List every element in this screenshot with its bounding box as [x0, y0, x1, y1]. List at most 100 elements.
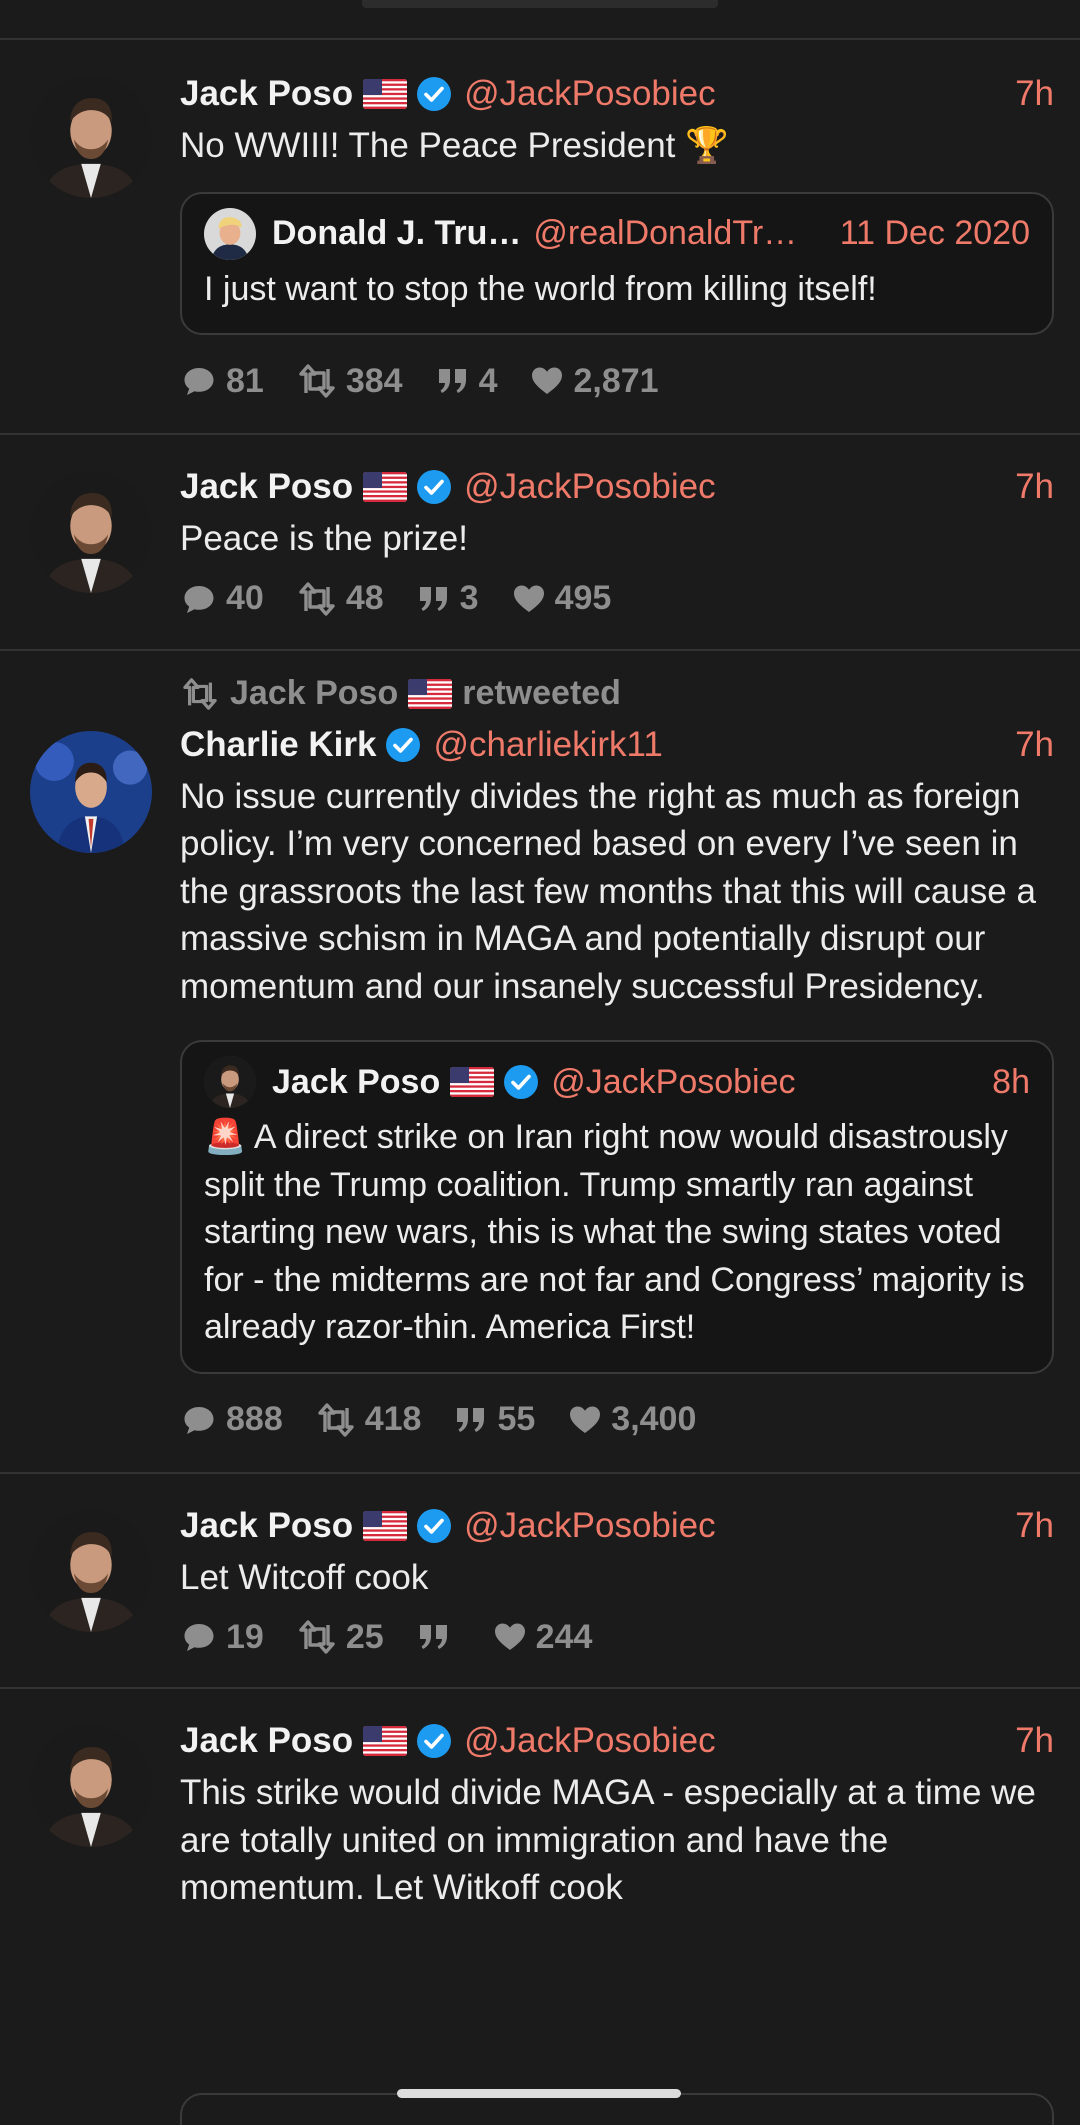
tweet-time[interactable]: 7h — [1001, 1506, 1054, 1546]
reply-button[interactable]: 81 — [180, 362, 264, 401]
reply-icon — [180, 1619, 218, 1655]
reply-count: 81 — [226, 361, 264, 400]
author-handle[interactable]: @JackPosobiec — [464, 74, 715, 114]
tweet-header: Jack Poso @JackPosobiec 7h — [180, 463, 1054, 511]
like-count: 244 — [535, 1617, 593, 1656]
verified-badge-icon — [416, 469, 452, 505]
timeline-feed: Jack Poso @JackPosobiec 7h No WWIII! The… — [0, 38, 1080, 1912]
reply-button[interactable]: 19 — [180, 1618, 264, 1657]
reply-count: 19 — [226, 1617, 264, 1656]
us-flag-icon — [408, 679, 452, 709]
retweet-icon — [315, 1402, 357, 1438]
author-name[interactable]: Jack Poso — [180, 467, 353, 507]
quoted-tweet[interactable]: Jack Poso @JackPosobiec 8h 🚨 A direct st… — [180, 1040, 1054, 1374]
us-flag-icon — [363, 472, 407, 502]
avatar[interactable] — [30, 76, 152, 198]
tweet-time[interactable]: 7h — [1001, 1721, 1054, 1761]
reply-button[interactable]: 888 — [180, 1400, 283, 1439]
retweet-icon — [296, 363, 338, 399]
like-button[interactable]: 244 — [492, 1617, 593, 1657]
retweet-count: 384 — [345, 361, 403, 400]
tweet-time[interactable]: 7h — [1001, 74, 1054, 114]
author-name[interactable]: Jack Poso — [180, 74, 353, 114]
quote-text: 🚨 A direct strike on Iran right now woul… — [204, 1118, 1025, 1346]
top-tab-indicator — [362, 0, 718, 8]
quote-text: I just want to stop the world from killi… — [204, 269, 877, 308]
quote-count: 4 — [478, 361, 498, 400]
retweet-count: 25 — [345, 1617, 384, 1656]
quote-icon — [435, 363, 471, 399]
quote-icon — [416, 1619, 452, 1655]
like-icon — [567, 1402, 603, 1438]
tweet-text: Peace is the prize! — [180, 519, 468, 558]
author-handle[interactable]: @JackPosobiec — [464, 1506, 715, 1546]
avatar[interactable] — [30, 1509, 152, 1632]
tweet-actions: 19 25 244 — [180, 1615, 1054, 1659]
author-name[interactable]: Charlie Kirk — [180, 725, 376, 765]
reply-icon — [180, 581, 218, 617]
quote-author-name: Jack Poso — [272, 1062, 441, 1101]
quote-count: 3 — [459, 579, 479, 617]
tweet-header: Charlie Kirk @charliekirk11 7h — [180, 721, 1054, 769]
quote-icon — [453, 1402, 489, 1438]
like-count: 2,871 — [573, 361, 659, 400]
quote-button[interactable] — [416, 1619, 460, 1655]
tweet-text: No WWIII! The Peace President 🏆 — [180, 126, 729, 165]
quote-button[interactable]: 4 — [435, 361, 498, 401]
verified-badge-icon — [385, 727, 421, 763]
like-icon — [492, 1619, 528, 1655]
like-button[interactable]: 3,400 — [567, 1400, 696, 1439]
us-flag-icon — [363, 79, 407, 109]
quoted-tweet[interactable]: Donald J. Tru… @realDonaldTr… 11 Dec 202… — [180, 191, 1054, 335]
quote-author-handle: @realDonaldTr… — [533, 214, 798, 252]
quote-avatar — [204, 207, 256, 260]
avatar[interactable] — [30, 1725, 152, 1847]
tweet-text: Let Witcoff cook — [180, 1557, 429, 1597]
tweet-actions: 888 418 55 3,400 — [180, 1398, 1054, 1442]
quote-time: 8h — [992, 1062, 1030, 1101]
retweeted-by-name[interactable]: Jack Poso — [230, 674, 398, 713]
retweet-button[interactable]: 418 — [315, 1400, 421, 1439]
quote-avatar — [204, 1056, 256, 1108]
like-button[interactable]: 2,871 — [529, 361, 659, 401]
avatar[interactable] — [30, 730, 152, 853]
tweet-item[interactable]: Jack Poso @JackPosobiec 7h No WWIII! The… — [0, 38, 1080, 433]
author-handle[interactable]: @JackPosobiec — [464, 1721, 715, 1761]
avatar[interactable] — [30, 471, 152, 593]
tweet-item[interactable]: Jack Poso @JackPosobiec 7h Let Witcoff c… — [0, 1471, 1080, 1688]
retweet-button[interactable]: 48 — [296, 579, 384, 618]
quote-author-name: Donald J. Tru… — [272, 214, 522, 252]
tweet-item[interactable]: Jack Poso @JackPosobiec 7h Peace is the … — [0, 433, 1080, 649]
quote-button[interactable]: 3 — [416, 579, 479, 618]
author-name[interactable]: Jack Poso — [180, 1506, 353, 1546]
author-handle[interactable]: @charliekirk11 — [433, 725, 662, 765]
reply-button[interactable]: 40 — [180, 579, 264, 618]
author-name[interactable]: Jack Poso — [180, 1721, 353, 1761]
quote-button[interactable]: 55 — [453, 1400, 535, 1439]
like-icon — [511, 581, 547, 617]
like-button[interactable]: 495 — [511, 579, 611, 618]
retweet-button[interactable]: 25 — [296, 1618, 384, 1657]
author-handle[interactable]: @JackPosobiec — [464, 467, 715, 507]
like-icon — [529, 363, 565, 399]
verified-badge-icon — [416, 76, 452, 112]
quote-header: Donald J. Tru… @realDonaldTr… 11 Dec 202… — [204, 207, 1030, 260]
tweet-header: Jack Poso @JackPosobiec 7h — [180, 1502, 1054, 1550]
tweet-actions: 81 384 4 2,871 — [180, 359, 1054, 403]
verified-badge-icon — [503, 1064, 539, 1100]
reply-icon — [180, 363, 218, 399]
tweet-time[interactable]: 7h — [1001, 467, 1054, 507]
like-count: 3,400 — [611, 1400, 697, 1438]
retweet-count: 48 — [345, 579, 384, 617]
retweet-icon — [296, 581, 338, 617]
home-indicator[interactable] — [397, 2089, 681, 2098]
tweet-header: Jack Poso @JackPosobiec 7h — [180, 70, 1054, 118]
tweet-item[interactable]: Jack Poso retweeted Charlie Kirk @charli… — [0, 648, 1080, 1472]
us-flag-icon — [450, 1067, 494, 1097]
retweet-button[interactable]: 384 — [296, 362, 403, 401]
tweet-time[interactable]: 7h — [1001, 725, 1054, 765]
tweet-item[interactable]: Jack Poso @JackPosobiec 7h This strike w… — [0, 1687, 1080, 1912]
retweeted-label: retweeted — [462, 674, 621, 712]
verified-badge-icon — [416, 1508, 452, 1544]
tweet-header: Jack Poso @JackPosobiec 7h — [180, 1717, 1054, 1765]
